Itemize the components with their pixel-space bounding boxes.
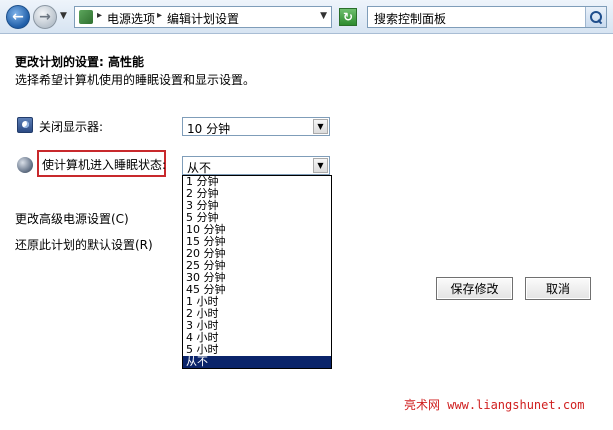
recent-pages-chevron-down-icon[interactable]: ▼ xyxy=(60,11,67,21)
page-title: 更改计划的设置: 高性能 xyxy=(15,55,144,69)
search-box[interactable]: 搜索控制面板 xyxy=(367,6,607,28)
sleep-dropdown-list[interactable]: 1 分钟 2 分钟 3 分钟 5 分钟 10 分钟 15 分钟 20 分钟 25… xyxy=(182,175,332,369)
chevron-down-icon[interactable]: ▼ xyxy=(313,119,328,134)
display-off-value: 10 分钟 xyxy=(187,122,231,136)
sleep-value: 从不 xyxy=(187,161,212,175)
address-field[interactable]: ▸ 电源选项 ▸ 编辑计划设置 ▼ xyxy=(74,6,332,28)
address-toolbar: ← → ▼ ▸ 电源选项 ▸ 编辑计划设置 ▼ ↻ 搜索控制面板 xyxy=(0,0,613,34)
refresh-button[interactable]: ↻ xyxy=(339,8,357,26)
breadcrumb-item-edit-plan[interactable]: 编辑计划设置 xyxy=(167,10,239,27)
back-arrow-icon: ← xyxy=(12,9,24,25)
restore-defaults-link[interactable]: 还原此计划的默认设置(R) xyxy=(15,236,153,253)
forward-arrow-icon: → xyxy=(39,9,51,25)
forward-button[interactable]: → xyxy=(33,5,57,29)
display-off-select[interactable]: 10 分钟 ▼ xyxy=(182,117,330,136)
chevron-down-icon[interactable]: ▼ xyxy=(313,158,328,173)
search-button[interactable] xyxy=(585,7,606,27)
breadcrumb-separator-icon[interactable]: ▸ xyxy=(97,10,102,21)
watermark-text: 亮术网 www.liangshunet.com xyxy=(404,398,585,412)
control-panel-icon xyxy=(79,10,93,24)
dropdown-option-selected[interactable]: 从不 xyxy=(183,356,331,368)
sleep-label: 使计算机进入睡眠状态: xyxy=(42,158,167,172)
sleep-select[interactable]: 从不 ▼ xyxy=(182,156,330,175)
breadcrumb-separator-icon[interactable]: ▸ xyxy=(157,10,162,21)
search-icon xyxy=(590,11,602,23)
sleep-moon-icon xyxy=(17,157,33,173)
display-off-label: 关闭显示器: xyxy=(39,120,104,134)
cancel-button[interactable]: 取消 xyxy=(525,277,591,300)
page-subtitle: 选择希望计算机使用的睡眠设置和显示设置。 xyxy=(15,73,256,87)
refresh-icon: ↻ xyxy=(342,10,354,24)
save-changes-button[interactable]: 保存修改 xyxy=(436,277,513,300)
search-input[interactable]: 搜索控制面板 xyxy=(374,10,446,27)
breadcrumb-item-power-options[interactable]: 电源选项 xyxy=(107,10,155,27)
display-icon xyxy=(17,117,33,133)
address-dropdown-chevron-down-icon[interactable]: ▼ xyxy=(320,11,327,21)
advanced-power-settings-link[interactable]: 更改高级电源设置(C) xyxy=(15,210,129,227)
back-button[interactable]: ← xyxy=(6,5,30,29)
